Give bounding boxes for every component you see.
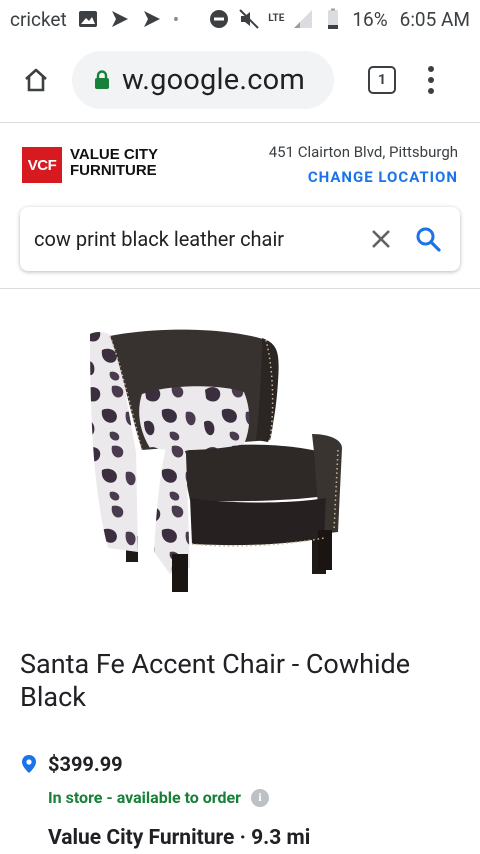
availability-row: In store - available to order i bbox=[48, 788, 270, 807]
store-distance[interactable]: Value City Furniture · 9.3 mi bbox=[48, 826, 310, 850]
chair-seat-cushion bbox=[180, 444, 328, 502]
search-icon[interactable] bbox=[414, 225, 442, 253]
send-notification-icon bbox=[111, 11, 128, 27]
search-input[interactable]: cow print black leather chair bbox=[34, 227, 368, 251]
send-notification-icon-2 bbox=[143, 11, 160, 27]
store-brand-name: VALUE CITY FURNITURE bbox=[70, 147, 158, 179]
do-not-disturb-icon bbox=[210, 10, 229, 28]
menu-dot bbox=[428, 77, 434, 83]
tab-switcher-button[interactable]: 1 bbox=[368, 66, 396, 94]
tab-count: 1 bbox=[377, 72, 387, 88]
signal-icon bbox=[294, 10, 313, 28]
menu-dot bbox=[428, 66, 434, 72]
clock: 6:05 AM bbox=[399, 7, 470, 31]
chair-pillow bbox=[139, 386, 250, 451]
browser-toolbar: w.google.com 1 bbox=[0, 38, 480, 122]
clear-icon[interactable] bbox=[368, 226, 394, 252]
status-bar: cricket • LTE 16% 6:05 AM bbox=[0, 0, 480, 38]
location-pin-icon bbox=[22, 755, 36, 773]
carrier-label: cricket bbox=[10, 7, 67, 31]
network-type: LTE bbox=[268, 13, 285, 24]
store-address: 451 Clairton Blvd, Pittsburgh bbox=[268, 143, 458, 161]
home-icon bbox=[25, 68, 47, 92]
availability-status: In store - available to order bbox=[48, 788, 242, 807]
lock-icon bbox=[95, 70, 109, 89]
brand-line-2: FURNITURE bbox=[70, 162, 157, 179]
info-icon[interactable]: i bbox=[251, 788, 270, 807]
product-title[interactable]: Santa Fe Accent Chair - Cowhide Black bbox=[20, 648, 440, 714]
more-notifications-dot: • bbox=[172, 7, 180, 31]
url-bar[interactable]: w.google.com bbox=[72, 51, 334, 109]
vcf-logo: VCF bbox=[22, 147, 62, 183]
section-divider bbox=[0, 288, 480, 289]
overflow-menu-button[interactable] bbox=[426, 66, 436, 94]
logo-text: VCF bbox=[27, 156, 57, 174]
battery-percent: 16% bbox=[352, 7, 388, 31]
product-price: $399.99 bbox=[48, 752, 123, 776]
mute-icon bbox=[239, 9, 259, 29]
brand-line-1: VALUE CITY bbox=[70, 146, 159, 163]
chair-leg bbox=[172, 554, 188, 592]
battery-icon bbox=[328, 8, 339, 29]
menu-dot bbox=[428, 88, 434, 94]
chair-base bbox=[190, 498, 326, 546]
product-image[interactable] bbox=[80, 322, 350, 602]
gallery-notification-icon bbox=[78, 11, 97, 27]
home-button[interactable] bbox=[14, 58, 58, 102]
search-box[interactable]: cow print black leather chair bbox=[20, 207, 460, 271]
price-row: $399.99 bbox=[22, 752, 123, 776]
url-text: w.google.com bbox=[122, 63, 305, 97]
chair-leg bbox=[318, 530, 332, 570]
change-location-link[interactable]: CHANGE LOCATION bbox=[308, 168, 458, 186]
store-header: VCF VALUE CITY FURNITURE 451 Clairton Bl… bbox=[0, 123, 480, 203]
